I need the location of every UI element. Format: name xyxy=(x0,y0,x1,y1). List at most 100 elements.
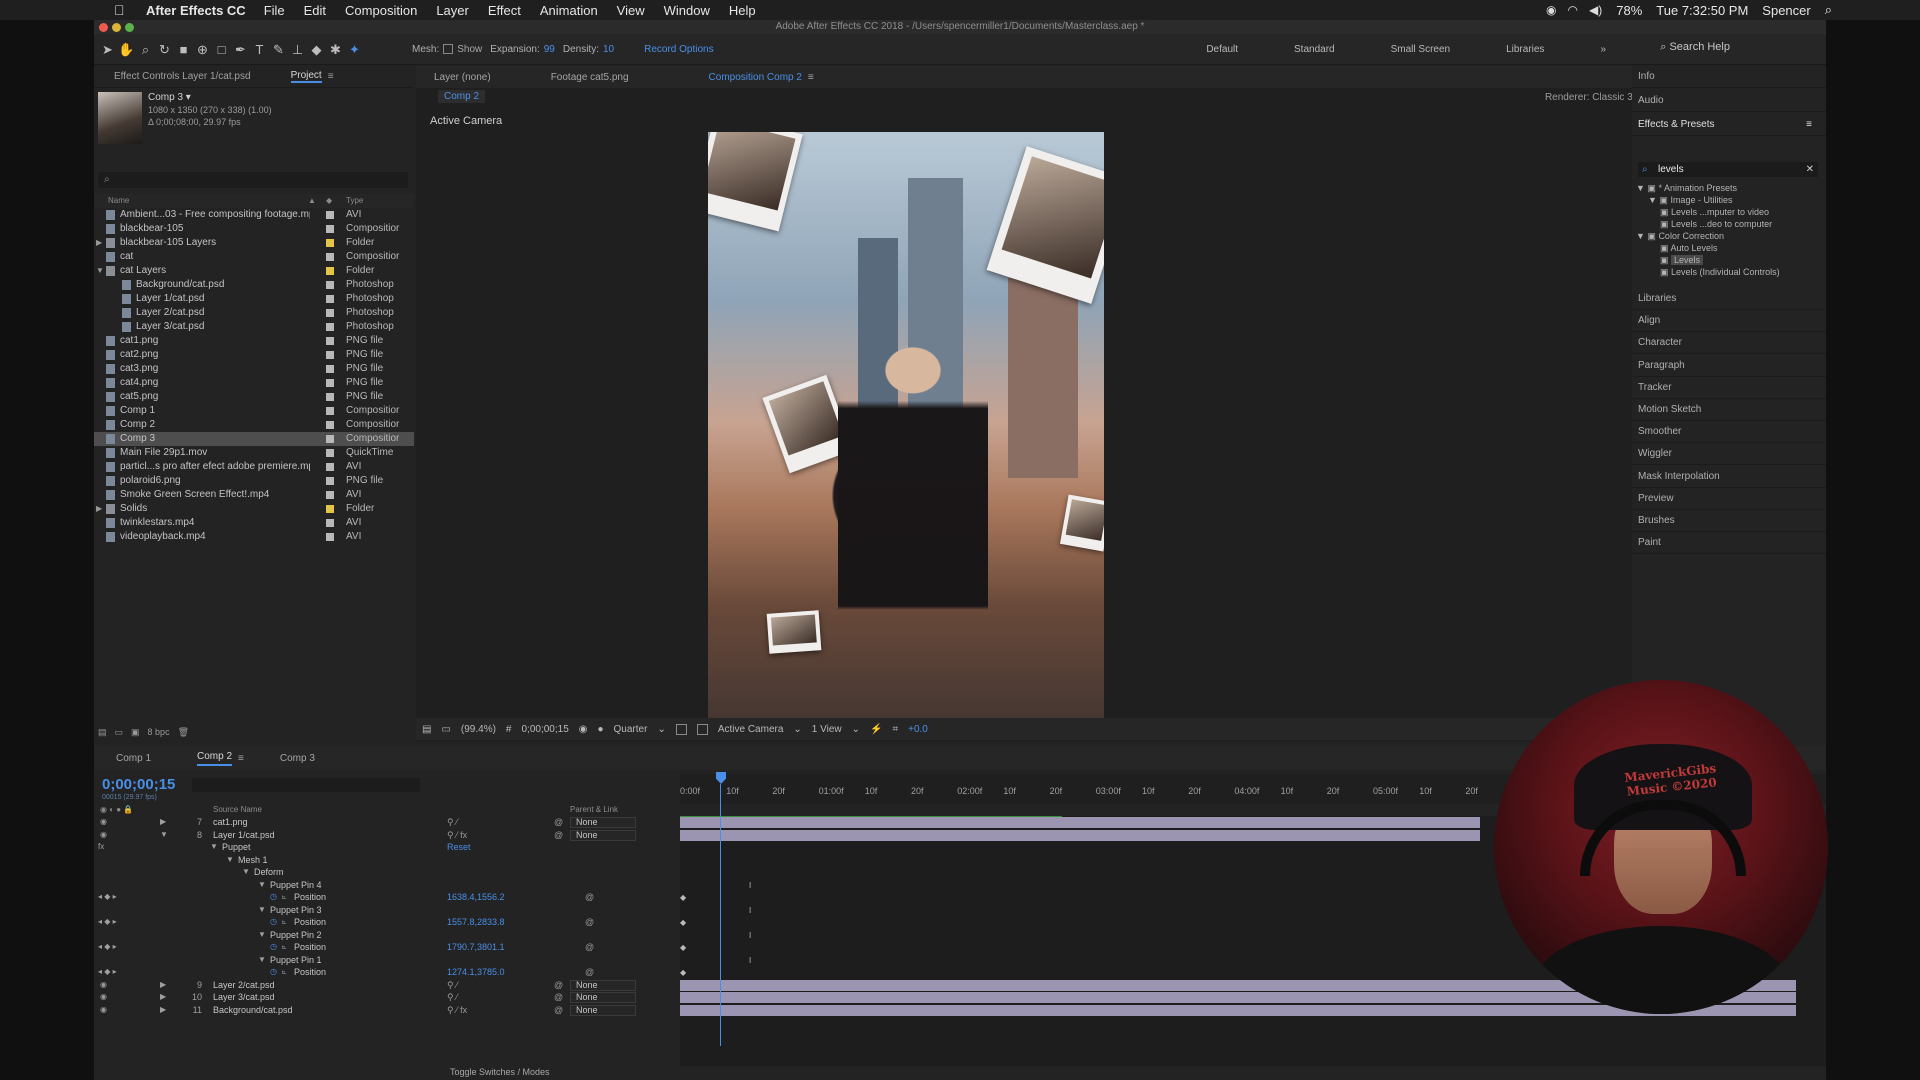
layer-duration-bar[interactable] xyxy=(680,817,1480,828)
close-window-button[interactable] xyxy=(99,23,108,32)
clone-stamp-tool-icon[interactable]: ⊥ xyxy=(288,40,307,59)
layer-name[interactable]: Layer 2/cat.psd xyxy=(213,979,275,992)
twirl-open-icon[interactable]: ▼ xyxy=(226,854,234,867)
property-row[interactable]: ◂ ◆ ▸ ◷ ⦜ Position 1638.4,1556.2 @ xyxy=(94,891,680,904)
panel-menu-icon[interactable]: ≡ xyxy=(328,71,334,82)
wifi-icon[interactable]: ◠ xyxy=(1568,3,1578,17)
label-color-swatch[interactable] xyxy=(326,239,334,247)
project-item[interactable]: cat3.png PNG file xyxy=(94,362,414,376)
property-group-row[interactable]: ▼ Puppet Pin 3 xyxy=(94,904,680,917)
keyframe-diamond[interactable]: ◆ xyxy=(680,943,686,952)
resolution-dropdown[interactable]: Quarter xyxy=(614,724,648,735)
label-color-swatch[interactable] xyxy=(326,533,334,541)
project-item[interactable]: polaroid6.png PNG file xyxy=(94,474,414,488)
property-row[interactable]: ◂ ◆ ▸ ◷ ⦜ Position 1790.7,3801.1 @ xyxy=(94,941,680,954)
project-item[interactable]: blackbear-105 Compositior xyxy=(94,222,414,236)
property-group-row[interactable]: ▼ Puppet Pin 2 xyxy=(94,929,680,942)
tab-footage[interactable]: Footage cat5.png xyxy=(551,72,629,83)
parent-dropdown[interactable]: None xyxy=(570,992,636,1003)
project-item[interactable]: ▼ cat Layers Folder xyxy=(94,264,414,278)
property-value[interactable]: 1790.7,3801.1 xyxy=(447,941,505,954)
layer-name[interactable]: Layer 3/cat.psd xyxy=(213,991,275,1004)
layer-row[interactable]: ◉ ▶ 11 Background/cat.psd ⚲ ⁄ fx @ None xyxy=(94,1004,680,1017)
project-item[interactable]: Comp 1 Compositior xyxy=(94,404,414,418)
color-channel-icon[interactable]: ● xyxy=(597,724,603,735)
layer-switches[interactable]: ⚲ ⁄ fx xyxy=(447,829,467,842)
pickwhip-icon[interactable]: @ xyxy=(554,816,563,829)
label-color-swatch[interactable] xyxy=(326,449,334,457)
twirl-open-icon[interactable]: ▼ xyxy=(258,929,266,942)
spotlight-icon[interactable]: ⌕ xyxy=(1825,2,1832,18)
pickwhip-icon[interactable]: @ xyxy=(554,991,563,1004)
viewer-timecode[interactable]: 0;00;00;15 xyxy=(521,724,568,735)
twirl-open-icon[interactable]: ▼ xyxy=(258,904,266,917)
twirl-open-icon[interactable]: ▼ xyxy=(258,954,266,967)
menu-effect[interactable]: Effect xyxy=(488,3,521,18)
info-panel-tab[interactable]: Info xyxy=(1632,66,1826,88)
col-parent-link[interactable]: Parent & Link xyxy=(570,805,618,814)
view-layout-dropdown[interactable]: 1 View xyxy=(812,724,842,735)
minimize-window-button[interactable] xyxy=(112,23,121,32)
label-color-swatch[interactable] xyxy=(326,421,334,429)
label-color-swatch[interactable] xyxy=(326,463,334,471)
record-icon[interactable]: ◉ xyxy=(1546,3,1556,17)
label-color-swatch[interactable] xyxy=(326,253,334,261)
panel-menu-icon[interactable]: ≡ xyxy=(1806,114,1812,136)
panel-tab-paragraph[interactable]: Paragraph xyxy=(1632,355,1826,377)
timeline-search-input[interactable] xyxy=(192,778,420,792)
panel-tab-mask-interpolation[interactable]: Mask Interpolation xyxy=(1632,466,1826,488)
layer-name[interactable]: Background/cat.psd xyxy=(213,1004,293,1017)
twirl-open-icon[interactable]: ▼ xyxy=(242,866,250,879)
layer-duration-bar[interactable] xyxy=(680,829,1480,841)
zoom-tool-icon[interactable]: ⌕ xyxy=(136,40,155,59)
expression-pickwhip-icon[interactable]: @ xyxy=(585,966,594,979)
current-time-display[interactable]: 0;00;00;15 xyxy=(102,776,175,793)
density-value[interactable]: 10 xyxy=(603,44,614,55)
brush-tool-icon[interactable]: ✎ xyxy=(269,40,288,59)
twirl-closed-icon[interactable]: ▶ xyxy=(160,816,166,829)
project-item[interactable]: Ambient...03 - Free compositing footage.… xyxy=(94,208,414,222)
composition-canvas[interactable] xyxy=(708,132,1104,738)
panel-tab-paint[interactable]: Paint xyxy=(1632,532,1826,555)
twirl-open-icon[interactable]: ▼ xyxy=(1636,231,1647,241)
project-item[interactable]: Background/cat.psd Photoshop xyxy=(94,278,414,292)
tab-project[interactable]: Project xyxy=(290,70,322,83)
clear-search-icon[interactable]: ✕ xyxy=(1806,162,1814,177)
label-color-swatch[interactable] xyxy=(326,435,334,443)
viewer-menu-icon[interactable]: ≡ xyxy=(808,72,814,83)
battery-level[interactable]: 78% xyxy=(1616,3,1642,18)
label-color-swatch[interactable] xyxy=(326,295,334,303)
show-mesh-checkbox[interactable] xyxy=(443,44,454,54)
project-item[interactable]: Layer 3/cat.psd Photoshop xyxy=(94,320,414,334)
parent-dropdown[interactable]: None xyxy=(570,829,636,841)
chevron-down-icon[interactable]: ⌄ xyxy=(657,724,665,735)
selection-tool-icon[interactable]: ➤ xyxy=(98,40,117,59)
label-color-swatch[interactable] xyxy=(326,505,334,513)
camera-tool-icon[interactable]: ■ xyxy=(174,40,193,59)
pen-tool-icon[interactable]: ✒ xyxy=(231,40,250,59)
label-color-swatch[interactable] xyxy=(326,281,334,289)
effects-tree-item[interactable]: ▣ Levels ...deo to computer xyxy=(1632,218,1826,230)
transparency-grid-icon[interactable] xyxy=(696,723,708,735)
twirl-open-icon[interactable]: ▼ xyxy=(258,879,266,892)
label-color-swatch[interactable] xyxy=(326,351,334,359)
menu-help[interactable]: Help xyxy=(729,3,756,18)
effects-tree-item[interactable]: ▣ Levels (Individual Controls) xyxy=(1632,266,1826,278)
property-group-row[interactable]: ▼ Deform xyxy=(94,866,680,879)
project-item[interactable]: Main File 29p1.mov QuickTime xyxy=(94,446,414,460)
menu-edit[interactable]: Edit xyxy=(304,3,326,18)
graph-icon[interactable]: ⦜ xyxy=(282,966,287,979)
project-item[interactable]: cat1.png PNG file xyxy=(94,334,414,348)
panel-tab-character[interactable]: Character xyxy=(1632,332,1826,355)
stopwatch-icon[interactable]: ◷ xyxy=(270,916,277,929)
effects-tree-item[interactable]: ▣ Levels ...mputer to video xyxy=(1632,206,1826,218)
label-color-swatch[interactable] xyxy=(326,337,334,345)
col-source-name[interactable]: Source Name xyxy=(213,805,262,814)
project-item[interactable]: cat5.png PNG file xyxy=(94,390,414,404)
workspace-small-screen[interactable]: Small Screen xyxy=(1391,44,1450,55)
twirl-closed-icon[interactable]: ▶ xyxy=(160,1004,166,1017)
layer-switches[interactable]: ⚲ ⁄ fx xyxy=(447,1004,467,1017)
twirl-closed-icon[interactable]: ▶ xyxy=(96,236,102,250)
keyframe-navigator[interactable]: ◂ ◆ ▸ xyxy=(98,916,117,929)
hand-tool-icon[interactable]: ✋ xyxy=(117,40,136,59)
